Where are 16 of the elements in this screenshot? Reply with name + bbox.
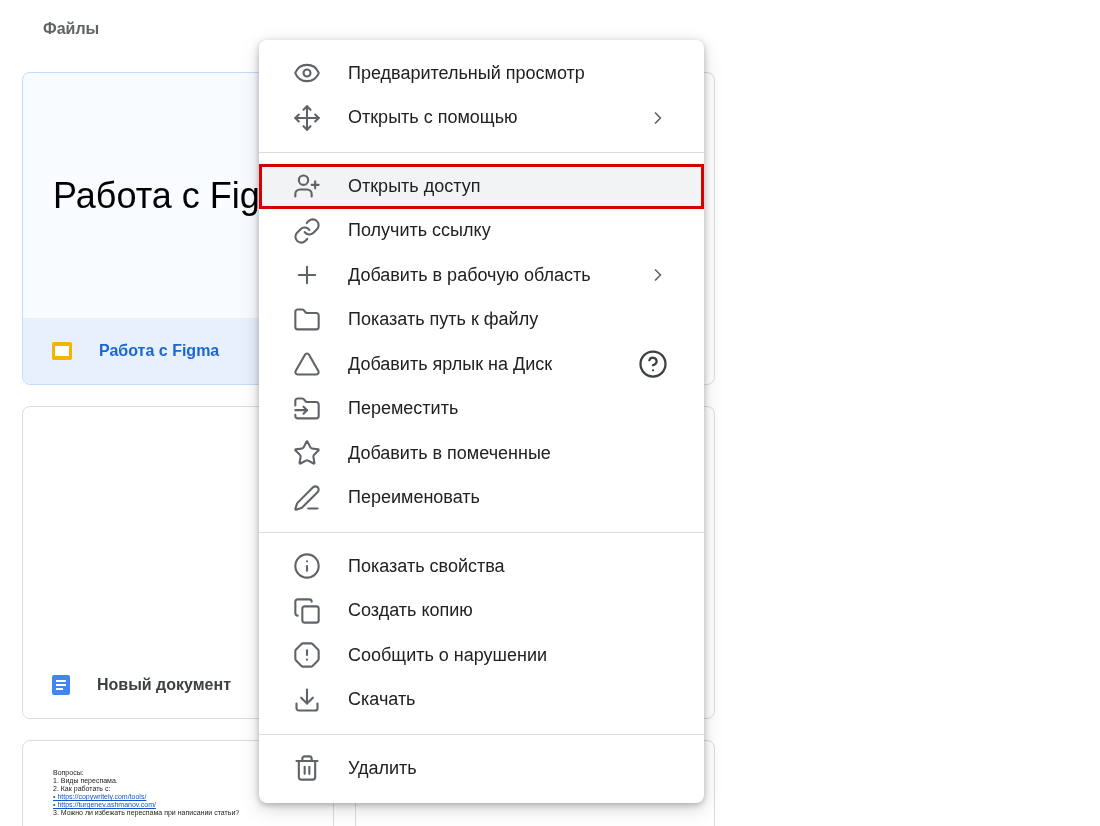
help-icon[interactable] xyxy=(638,349,668,380)
info-icon xyxy=(293,552,321,581)
preview-title: Работа с Fig xyxy=(53,174,260,217)
document-icon xyxy=(51,674,71,696)
file-name: Работа с Figma xyxy=(99,342,220,360)
trash-icon xyxy=(293,754,321,783)
star-icon xyxy=(293,439,321,468)
slides-icon xyxy=(51,340,73,362)
menu-item[interactable]: Открыть доступ xyxy=(259,164,704,209)
pencil-icon xyxy=(293,483,321,512)
file-name: Новый документ xyxy=(97,676,231,694)
move-arrows-icon xyxy=(293,103,321,132)
section-title: Файлы xyxy=(42,19,101,39)
alert-icon xyxy=(293,641,321,670)
link-icon xyxy=(293,216,321,245)
copy-icon xyxy=(293,596,321,625)
